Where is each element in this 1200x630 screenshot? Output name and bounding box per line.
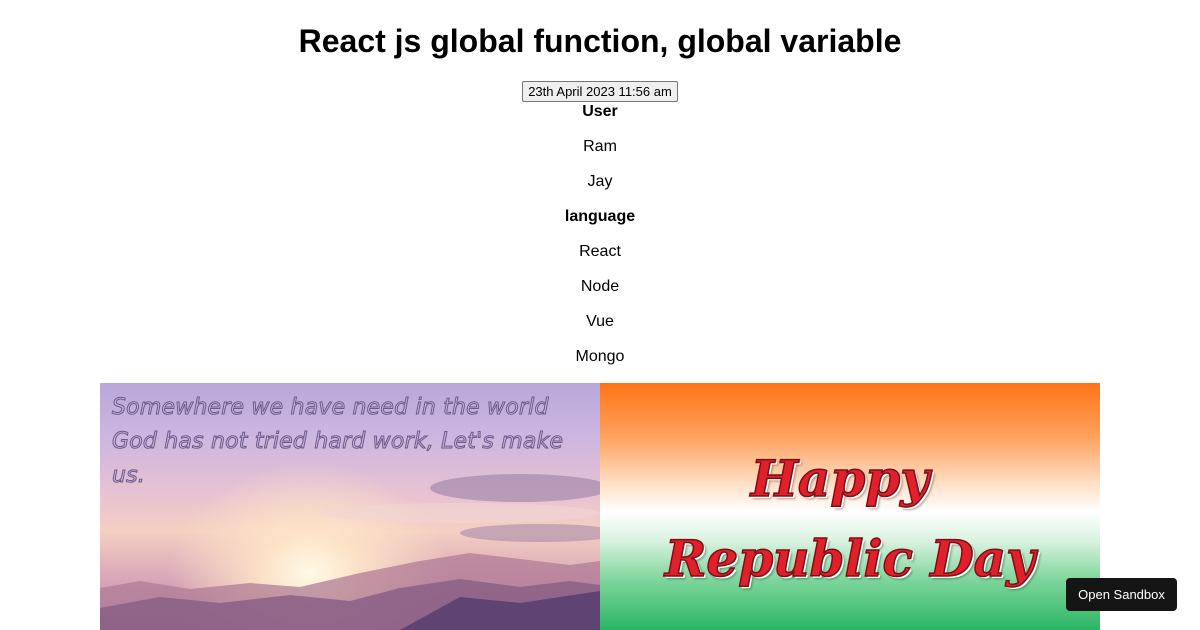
list-item-language: Vue	[586, 313, 614, 330]
greeting-line-1: Happy	[750, 448, 930, 509]
list-item-language: React	[579, 243, 621, 260]
user-heading: User	[582, 103, 618, 120]
quote-line-2: God has not tried hard work, Let's make …	[112, 429, 564, 489]
list-item-language: Mongo	[575, 348, 625, 365]
app-page: React js global function, global variabl…	[0, 0, 1200, 630]
content-list: User Ram Jay language React Node Vue Mon…	[0, 102, 1200, 382]
page-title: React js global function, global variabl…	[298, 23, 902, 59]
list-item-user: Jay	[587, 173, 613, 190]
greeting-line-2: Republic Day	[664, 528, 1036, 589]
open-sandbox-button[interactable]: Open Sandbox	[1066, 578, 1177, 611]
sunset-quote-image: Somewhere we have need in the world God …	[100, 383, 600, 630]
list-item-language: Node	[580, 278, 620, 295]
date-button[interactable]: 23th April 2023 11:56 am	[522, 81, 678, 102]
quote-line-1: Somewhere we have need in the world	[112, 395, 549, 421]
republic-day-image: Happy Republic Day	[600, 383, 1100, 630]
banner-strip: Somewhere we have need in the world God …	[100, 383, 1100, 630]
quote-text: Somewhere we have need in the world God …	[112, 391, 600, 493]
language-heading: language	[564, 208, 636, 225]
list-item-user: Ram	[583, 138, 617, 155]
